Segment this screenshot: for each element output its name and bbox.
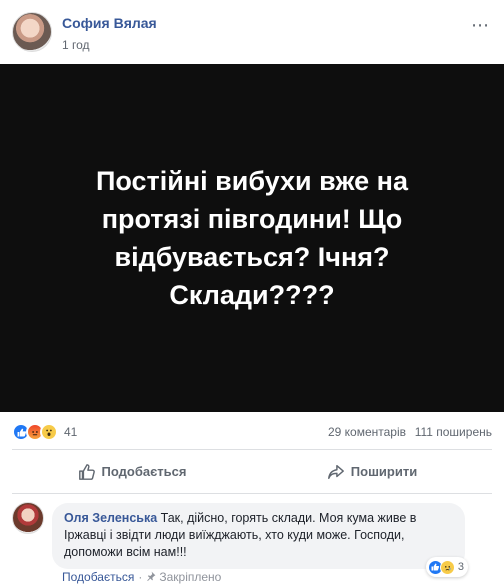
pin-icon	[146, 571, 156, 584]
comments-count[interactable]: 29 коментарів	[328, 425, 406, 439]
post-timestamp[interactable]: 1 год	[62, 38, 90, 52]
like-button-label: Подобається	[101, 464, 187, 479]
post-card: София Вялая 1 год ⋯ Постійні вибухи вже …	[0, 0, 504, 586]
shares-count[interactable]: 111 поширень	[415, 425, 492, 439]
post-header: София Вялая 1 год ⋯	[0, 0, 504, 64]
comment-reaction-count: 3	[457, 561, 464, 573]
share-button[interactable]: Поширити	[252, 450, 492, 493]
post-action-bar: Подобається Поширити	[12, 450, 492, 494]
comment-bubble: Оля Зеленська Так, дійсно, горять склади…	[52, 503, 465, 569]
comment-actions: Подобається · Закріплено	[62, 570, 221, 584]
comment-like-link[interactable]: Подобається	[62, 570, 134, 584]
comment-reactions[interactable]: 3	[425, 557, 468, 577]
reactions-summary-bar: 41 29 коментарів 111 поширень	[12, 414, 492, 450]
post-text-image[interactable]: Постійні вибухи вже на протязі півгодини…	[0, 64, 504, 412]
share-button-label: Поширити	[350, 464, 418, 479]
separator-dot: ·	[138, 570, 143, 584]
author-name[interactable]: София Вялая	[62, 15, 157, 31]
sad-icon	[439, 559, 455, 575]
pinned-label: Закріплено	[159, 570, 222, 584]
reaction-count[interactable]: 41	[64, 425, 77, 439]
commenter-avatar[interactable]	[12, 502, 44, 534]
like-button[interactable]: Подобається	[12, 450, 252, 493]
post-text: Постійні вибухи вже на протязі півгодини…	[95, 166, 409, 310]
reaction-icons[interactable]	[12, 423, 58, 441]
thumbs-up-icon	[78, 463, 95, 480]
more-options-icon[interactable]: ⋯	[471, 16, 490, 34]
author-avatar[interactable]	[12, 12, 52, 52]
share-arrow-icon	[327, 464, 344, 479]
comment-author[interactable]: Оля Зеленська	[64, 511, 157, 525]
wow-icon	[40, 423, 58, 441]
